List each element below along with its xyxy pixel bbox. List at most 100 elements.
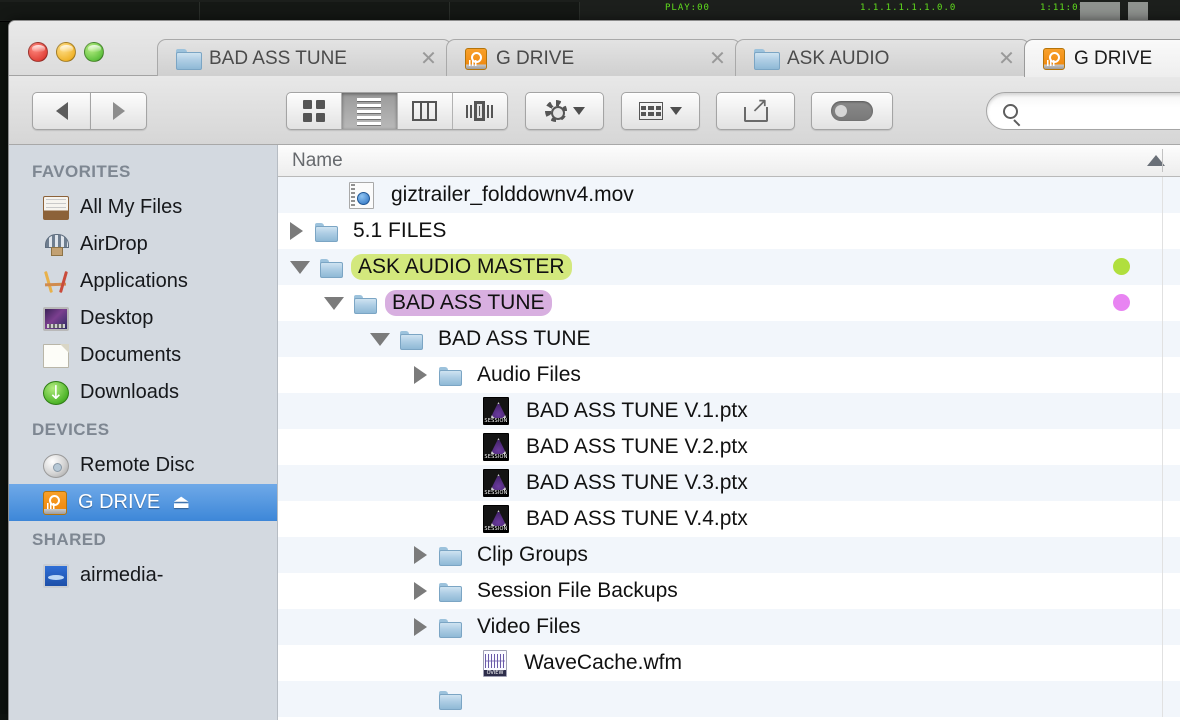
file-name: 5.1 FILES	[346, 218, 453, 244]
toolbar	[9, 76, 1180, 145]
protools-session-icon	[483, 505, 509, 533]
disclosure-triangle-closed-icon[interactable]	[290, 222, 303, 240]
tag-dot[interactable]	[1113, 294, 1130, 311]
table-row[interactable]: Session File Backups	[278, 573, 1180, 609]
folder-icon	[754, 49, 778, 68]
disclosure-triangle-open-icon[interactable]	[324, 297, 344, 310]
column-divider[interactable]	[1162, 645, 1163, 681]
folder-icon	[439, 547, 460, 564]
column-view-button[interactable]	[398, 93, 453, 129]
sidebar-item-applications[interactable]: Applications	[9, 263, 277, 300]
disclosure-triangle-closed-icon[interactable]	[414, 582, 427, 600]
folder-icon	[315, 223, 336, 240]
tab-g-drive-1[interactable]: G DRIVE ✕	[446, 39, 741, 77]
table-row[interactable]: Audio Files	[278, 357, 1180, 393]
column-divider[interactable]	[1162, 177, 1163, 213]
file-name: BAD ASS TUNE V.1.ptx	[519, 398, 755, 424]
documents-icon	[43, 344, 69, 368]
table-row[interactable]: ASK AUDIO MASTER	[278, 249, 1180, 285]
column-divider[interactable]	[1162, 537, 1163, 573]
column-divider[interactable]	[1162, 393, 1163, 429]
movie-file-icon	[349, 182, 374, 209]
list-view-button[interactable]	[342, 93, 397, 129]
disclosure-triangle-open-icon[interactable]	[370, 333, 390, 346]
table-row[interactable]: BAD ASS TUNE V.4.ptx	[278, 501, 1180, 537]
column-divider[interactable]	[1162, 609, 1163, 645]
table-row[interactable]: BAD ASS TUNE V.1.ptx	[278, 393, 1180, 429]
sidebar-item-documents[interactable]: Documents	[9, 337, 277, 374]
column-divider[interactable]	[1162, 249, 1163, 285]
hard-drive-icon	[43, 491, 67, 515]
table-row[interactable]: Video Files	[278, 609, 1180, 645]
column-header-name[interactable]: Name	[278, 145, 343, 176]
zoom-window-button[interactable]	[84, 42, 104, 62]
file-name: BAD ASS TUNE V.3.ptx	[519, 470, 755, 496]
chevron-down-icon	[573, 107, 585, 115]
table-row[interactable]: BAD ASS TUNE V.3.ptx	[278, 465, 1180, 501]
disclosure-triangle-closed-icon[interactable]	[414, 366, 427, 384]
hard-drive-icon	[465, 48, 487, 70]
tab-ask-audio[interactable]: ASK AUDIO ✕	[735, 39, 1030, 77]
table-row[interactable]	[278, 681, 1180, 717]
sidebar-item-label: AirDrop	[80, 233, 148, 256]
column-header-row: Name	[278, 145, 1180, 177]
table-row[interactable]: WaveCache.wfm	[278, 645, 1180, 681]
disclosure-triangle-open-icon[interactable]	[290, 261, 310, 274]
sidebar-item-downloads[interactable]: Downloads	[9, 374, 277, 411]
close-icon[interactable]: ✕	[997, 49, 1016, 68]
chevron-left-icon	[56, 102, 68, 120]
background-app-strip: PLAY:00 1.1.1.1.1.1.0.0 1:11:01:11	[0, 0, 1180, 22]
tab-label: ASK AUDIO	[787, 48, 889, 70]
column-divider[interactable]	[1162, 213, 1163, 249]
close-icon[interactable]: ✕	[419, 49, 438, 68]
table-row[interactable]: Clip Groups	[278, 537, 1180, 573]
sidebar-item-all-my-files[interactable]: All My Files	[9, 189, 277, 226]
column-divider[interactable]	[1162, 285, 1163, 321]
column-divider[interactable]	[1162, 357, 1163, 393]
column-divider[interactable]	[1162, 681, 1163, 717]
tag-dot[interactable]	[1113, 258, 1130, 275]
action-menu-button[interactable]	[525, 92, 604, 130]
sidebar-item-g-drive[interactable]: G DRIVE ⏏	[9, 484, 277, 521]
column-divider[interactable]	[1162, 501, 1163, 537]
tab-g-drive-active[interactable]: G DRIVE	[1024, 39, 1180, 77]
back-button[interactable]	[32, 92, 90, 130]
close-window-button[interactable]	[28, 42, 48, 62]
file-name: BAD ASS TUNE V.2.ptx	[519, 434, 755, 460]
disclosure-triangle-closed-icon[interactable]	[414, 618, 427, 636]
column-divider[interactable]	[1162, 321, 1163, 357]
file-name: giztrailer_folddownv4.mov	[384, 182, 641, 208]
table-row[interactable]: giztrailer_folddownv4.mov	[278, 177, 1180, 213]
tab-bad-ass-tune[interactable]: BAD ASS TUNE ✕	[157, 39, 452, 77]
column-divider[interactable]	[1162, 573, 1163, 609]
title-bar: BAD ASS TUNE ✕ G DRIVE ✕ ASK AUDIO ✕ G D…	[9, 21, 1180, 76]
table-row[interactable]: BAD ASS TUNE	[278, 285, 1180, 321]
table-row[interactable]: BAD ASS TUNE V.2.ptx	[278, 429, 1180, 465]
forward-button[interactable]	[90, 92, 147, 130]
sidebar-item-remote-disc[interactable]: Remote Disc	[9, 447, 277, 484]
search-input[interactable]	[1026, 101, 1180, 121]
column-divider[interactable]	[1162, 465, 1163, 501]
table-row[interactable]: BAD ASS TUNE	[278, 321, 1180, 357]
disclosure-triangle-closed-icon[interactable]	[414, 546, 427, 564]
search-field[interactable]	[986, 92, 1180, 130]
file-name: BAD ASS TUNE V.4.ptx	[519, 506, 755, 532]
coverflow-view-button[interactable]	[453, 93, 507, 129]
tags-button[interactable]	[811, 92, 893, 130]
minimize-window-button[interactable]	[56, 42, 76, 62]
share-button[interactable]	[716, 92, 795, 130]
sidebar-item-desktop[interactable]: Desktop	[9, 300, 277, 337]
icon-view-button[interactable]	[287, 93, 342, 129]
protools-session-icon	[483, 397, 509, 425]
column-divider[interactable]	[1162, 429, 1163, 465]
arrange-button[interactable]	[621, 92, 700, 130]
sidebar-item-airdrop[interactable]: AirDrop	[9, 226, 277, 263]
file-name: Video Files	[470, 614, 588, 640]
table-row[interactable]: 5.1 FILES	[278, 213, 1180, 249]
sidebar-item-airmedia[interactable]: airmedia-	[9, 557, 277, 594]
close-icon[interactable]: ✕	[708, 49, 727, 68]
tab-label: G DRIVE	[496, 48, 574, 70]
file-name: Clip Groups	[470, 542, 595, 568]
optical-disc-icon	[43, 454, 69, 478]
eject-icon[interactable]: ⏏	[172, 491, 190, 514]
